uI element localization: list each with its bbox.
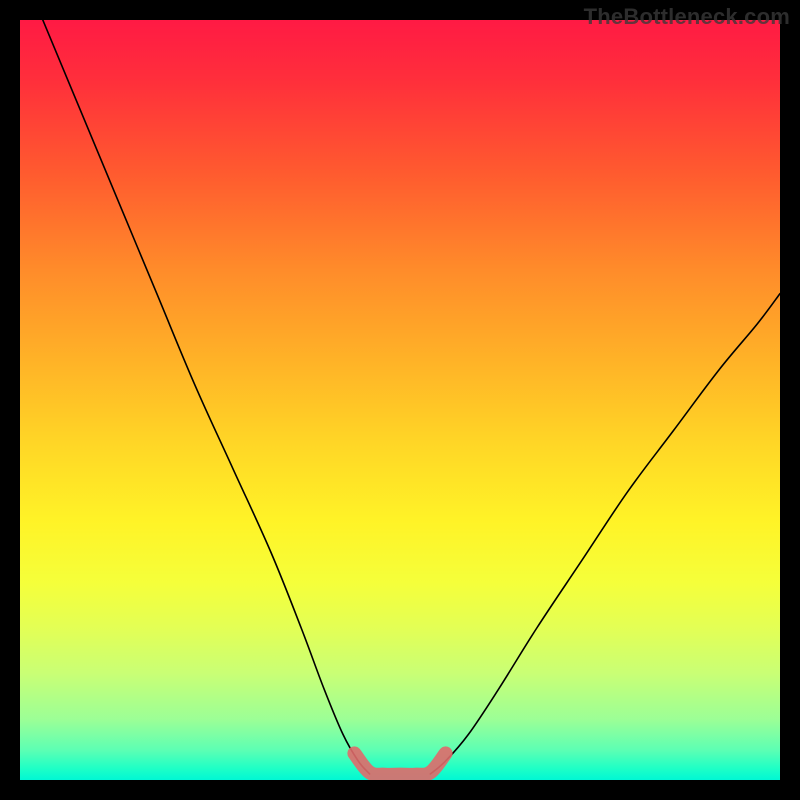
chart-frame: TheBottleneck.com (0, 0, 800, 800)
left-curve (43, 20, 370, 774)
right-curve (430, 294, 780, 774)
bottleneck-chart (20, 20, 780, 780)
valley-highlight (354, 753, 445, 774)
